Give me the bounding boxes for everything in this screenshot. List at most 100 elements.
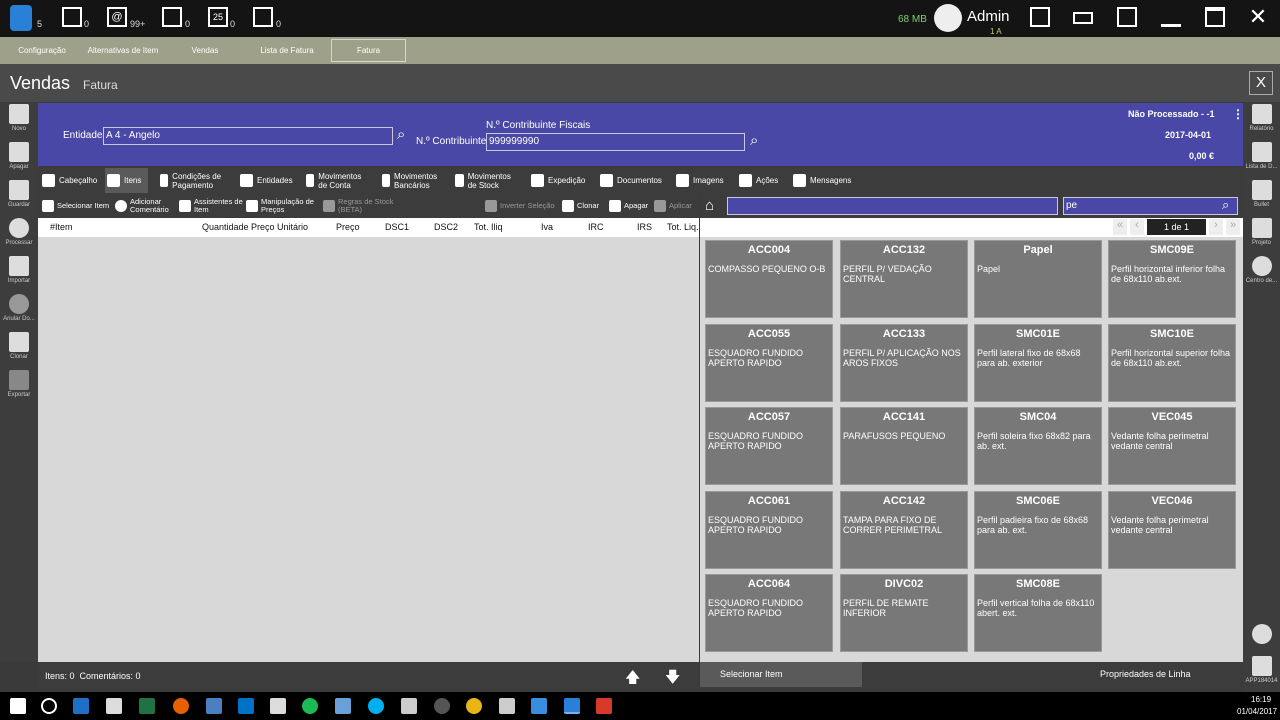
excel-icon[interactable] xyxy=(139,698,155,714)
delete-button[interactable]: Apagar xyxy=(0,142,38,170)
path-field[interactable] xyxy=(727,197,1058,215)
stock-rules-button[interactable]: Regras de Stock (BETA) xyxy=(323,193,397,218)
close-window-button[interactable]: X xyxy=(1249,71,1273,95)
list-doc-button[interactable]: Lista de D... xyxy=(1243,142,1280,170)
price-manipulation-button[interactable]: Manipulação de Preços xyxy=(246,193,320,218)
search-icon[interactable]: ⌕ xyxy=(397,126,405,143)
tab-entidades[interactable]: Entidades xyxy=(240,168,293,193)
col-preco-unitario[interactable]: Preço Unitário xyxy=(251,222,308,232)
add-comment-button[interactable]: Adicionar Comentário xyxy=(115,193,175,218)
layout-icon[interactable] xyxy=(1030,7,1050,27)
item-card[interactable]: ACC133 PERFIL P/ APLICAÇÃO NOS AROS FIXOS xyxy=(840,324,968,402)
maximize-icon[interactable] xyxy=(1205,7,1225,27)
tab-condicoes-pagamento[interactable]: Condições de Pagamento xyxy=(160,168,230,193)
items-grid-body[interactable] xyxy=(38,237,699,662)
prev-page-icon[interactable]: ‹ xyxy=(1130,219,1144,235)
network-button[interactable] xyxy=(1243,624,1280,646)
app-logo-icon[interactable] xyxy=(10,5,32,31)
arrow-down-icon[interactable]: 🡇 xyxy=(665,667,680,692)
item-card[interactable]: SMC04 Perfil soleira fixo 68x82 para ab. … xyxy=(974,407,1102,485)
new-button[interactable]: Novo xyxy=(0,104,38,132)
select-item-tab[interactable]: Selecionar Item xyxy=(700,662,862,687)
item-card[interactable]: Papel Papel xyxy=(974,240,1102,318)
line-properties-tab[interactable]: Propriedades de Linha xyxy=(1100,662,1240,687)
more-options-icon[interactable]: ⋮ xyxy=(1232,107,1244,121)
store-icon[interactable] xyxy=(106,698,122,714)
remote-desktop-icon[interactable] xyxy=(531,698,547,714)
tasks-icon[interactable] xyxy=(62,7,82,27)
tab-documentos[interactable]: Documentos xyxy=(600,168,662,193)
col-irc[interactable]: IRC xyxy=(588,222,604,232)
item-card[interactable]: ACC064 ESQUADRO FUNDIDO APERTO RAPIDO xyxy=(705,574,833,652)
item-card[interactable]: SMC06E Perfil padieira fixo de 68x68 para… xyxy=(974,491,1102,569)
documents-icon[interactable] xyxy=(162,7,182,27)
search-icon[interactable]: ⌕ xyxy=(1222,197,1229,213)
item-card[interactable]: SMC10E Perfil horizontal superior folha d… xyxy=(1108,324,1236,402)
col-quantidade[interactable]: Quantidade xyxy=(202,222,249,232)
col-tot-liq[interactable]: Tot. Liq. xyxy=(667,222,699,232)
item-card[interactable]: ACC057 ESQUADRO FUNDIDO APERTO RAPIDO xyxy=(705,407,833,485)
save-button[interactable]: Guardar xyxy=(0,180,38,208)
center-button[interactable]: Centro de... xyxy=(1243,256,1280,284)
process-button[interactable]: Processar xyxy=(0,218,38,246)
item-card[interactable]: ACC142 TAMPA PARA FIXO DE CORRER PERIMETR… xyxy=(840,491,968,569)
tab-imagens[interactable]: Imagens xyxy=(676,168,724,193)
select-item-button[interactable]: Selecionar Item xyxy=(42,193,109,218)
col-tot-iliq[interactable]: Tot. Iliq xyxy=(474,222,503,232)
item-card[interactable]: VEC045 Vedante folha perimetral vedante c… xyxy=(1108,407,1236,485)
item-assistants-button[interactable]: Assistentes de Item xyxy=(179,193,245,218)
home-icon[interactable]: ⌂ xyxy=(705,197,714,214)
tab-movimentos-conta[interactable]: Movimentos de Conta xyxy=(306,168,368,193)
item-card[interactable]: ACC055 ESQUADRO FUNDIDO APERTO RAPIDO xyxy=(705,324,833,402)
cancel-doc-button[interactable]: Anular Do... xyxy=(0,294,38,322)
user-name[interactable]: Admin xyxy=(967,8,1010,25)
remote-icon[interactable] xyxy=(335,698,351,714)
video-button[interactable]: APP184014 xyxy=(1243,656,1280,684)
skype-icon[interactable] xyxy=(368,698,384,714)
tab-itens[interactable]: Itens xyxy=(105,168,148,193)
item-card[interactable]: ACC061 ESQUADRO FUNDIDO APERTO RAPIDO xyxy=(705,491,833,569)
col-irs[interactable]: IRS xyxy=(637,222,652,232)
item-card[interactable]: SMC09E Perfil horizontal inferior folha d… xyxy=(1108,240,1236,318)
item-card[interactable]: SMC08E Perfil vertical folha de 68x110 ab… xyxy=(974,574,1102,652)
project-button[interactable]: Projeto xyxy=(1243,218,1280,246)
nav-vendas[interactable]: Vendas xyxy=(180,37,230,64)
col-iva[interactable]: Iva xyxy=(541,222,553,232)
tab-mensagens[interactable]: Mensagens xyxy=(793,168,851,193)
col-dsc2[interactable]: DSC2 xyxy=(434,222,458,232)
chrome-icon[interactable] xyxy=(466,698,482,714)
outlook-icon[interactable] xyxy=(238,698,254,714)
item-card[interactable]: ACC132 PERFIL P/ VEDAÇÃO CENTRAL xyxy=(840,240,968,318)
search-input[interactable]: pe xyxy=(1063,197,1238,215)
tab-movimentos-bancarios[interactable]: Movimentos Bancários xyxy=(382,168,444,193)
col-item[interactable]: #Item xyxy=(50,222,73,232)
tab-acoes[interactable]: Ações xyxy=(739,168,778,193)
spotify-icon[interactable] xyxy=(302,698,318,714)
tab-expedicao[interactable]: Expedição xyxy=(531,168,585,193)
tool-app-icon[interactable] xyxy=(270,698,286,714)
item-card[interactable]: ACC141 PARAFUSOS PEQUENO xyxy=(840,407,968,485)
clone-item-button[interactable]: Clonar xyxy=(562,193,599,218)
invert-selection-button[interactable]: Inverter Seleção xyxy=(485,193,555,218)
task-app-icon[interactable] xyxy=(499,698,515,714)
edge-icon[interactable] xyxy=(73,698,89,714)
steam-icon[interactable] xyxy=(434,698,450,714)
notepad-icon[interactable] xyxy=(173,698,189,714)
apply-button[interactable]: Aplicar xyxy=(654,193,692,218)
windows-start-icon[interactable] xyxy=(10,698,26,714)
avatar[interactable] xyxy=(934,4,962,32)
tab-cabecalho[interactable]: Cabeçalho xyxy=(42,168,97,193)
tab-movimentos-stock[interactable]: Movimentos de Stock xyxy=(455,168,519,193)
delete-item-button[interactable]: Apagar xyxy=(609,193,648,218)
ncf-field[interactable]: 999999990 xyxy=(486,133,745,151)
messages-icon[interactable] xyxy=(253,7,273,27)
close-icon[interactable]: ✕ xyxy=(1248,6,1268,28)
nav-configuracao[interactable]: Configuração xyxy=(10,37,74,64)
col-dsc1[interactable]: DSC1 xyxy=(385,222,409,232)
clone-button[interactable]: Clonar xyxy=(0,332,38,360)
report-button[interactable]: Relatório xyxy=(1243,104,1280,132)
calendar-icon[interactable]: 25 xyxy=(208,7,228,27)
last-page-icon[interactable]: » xyxy=(1226,219,1240,235)
presentation-icon[interactable] xyxy=(1117,7,1137,27)
item-card[interactable]: SMC01E Perfil lateral fixo de 68x68 para … xyxy=(974,324,1102,402)
